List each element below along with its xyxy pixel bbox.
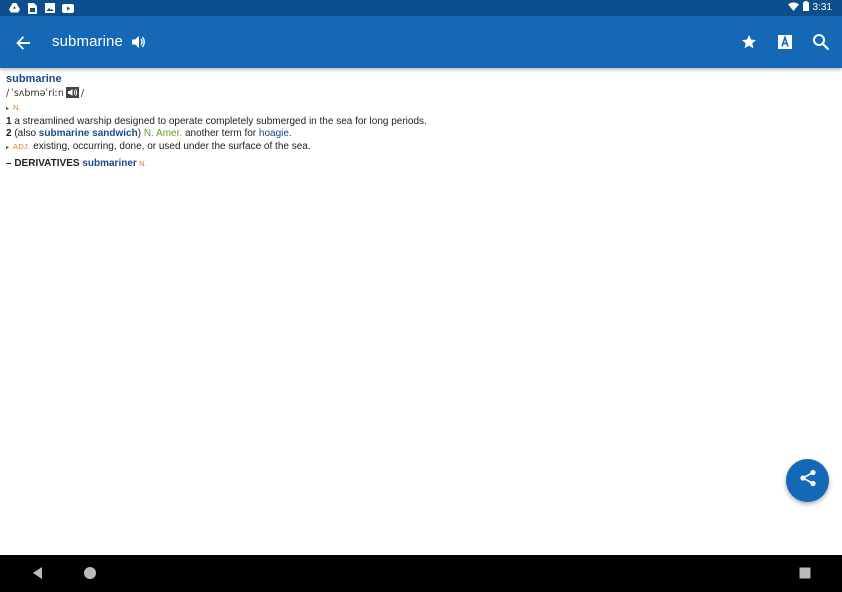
sense-2-end: . [288, 128, 292, 139]
pronunciation: ˈsʌbməˈriːn [11, 88, 64, 99]
search-icon[interactable] [810, 31, 832, 53]
derivatives-line: – DERIVATIVES submariner N. [6, 158, 826, 171]
dictionary-entry: submarine / ˈsʌbməˈriːn / ▸ N. 1 a streaml… [6, 73, 826, 171]
headword-line: submarine [6, 73, 826, 87]
star-icon[interactable] [738, 31, 760, 53]
nav-recents-icon[interactable] [797, 565, 813, 581]
hoagie-link[interactable]: hoagie [259, 128, 289, 139]
nav-home-icon[interactable] [82, 565, 98, 581]
sense-2-pre: (also [11, 128, 39, 139]
status-time: 3:31 [812, 2, 832, 13]
youtube-icon [62, 2, 74, 14]
app-bar: submarine [0, 16, 842, 68]
battery-icon [802, 1, 809, 14]
status-right: 3:31 [787, 1, 832, 14]
headword: submarine [6, 73, 62, 85]
sim-icon [26, 2, 38, 14]
sense-2: 2 (also submarine sandwich) N. Amer. ano… [6, 128, 826, 141]
app-bar-actions [738, 31, 832, 53]
pos-noun: N. [13, 103, 22, 112]
triangle-bullet-icon: ▸ [6, 144, 10, 151]
pos-adj: ADJ. [13, 141, 31, 151]
sense-1-number: 1 [6, 115, 12, 127]
nav-back-icon[interactable] [30, 565, 46, 581]
derivatives-label: – DERIVATIVES [6, 158, 83, 169]
sense-2-xref-link[interactable]: submarine sandwich [39, 128, 138, 139]
drive-icon [8, 2, 20, 14]
sense-1: 1 a streamlined warship designed to oper… [6, 116, 826, 129]
pronunciation-audio-icon[interactable] [65, 86, 79, 103]
pronunciation-close: / [80, 88, 85, 99]
sense-2-text: another term for [182, 128, 259, 139]
image-icon [44, 2, 56, 14]
share-icon [798, 468, 818, 493]
wifi-icon [787, 1, 799, 14]
adj-sense: ▸ ADJ. existing, occurring, done, or used… [6, 141, 826, 155]
derivative-pos: N. [136, 159, 148, 168]
triangle-bullet-icon: ▸ [6, 106, 10, 112]
pronunciation-line: / ˈsʌbməˈriːn / [6, 86, 826, 103]
status-bar: 3:31 [0, 0, 842, 16]
font-size-icon[interactable] [774, 31, 796, 53]
speaker-icon[interactable] [130, 33, 148, 51]
sense-2-region: N. Amer. [143, 128, 183, 139]
pronunciation-open: / [6, 88, 10, 99]
sense-1-text: a streamlined warship designed to operat… [14, 115, 427, 127]
status-left-icons [8, 2, 74, 14]
derivative-link[interactable]: submariner [82, 158, 136, 169]
adj-text: existing, occurring, done, or used under… [30, 140, 311, 152]
back-arrow-icon[interactable] [12, 32, 34, 54]
pos-noun-line: ▸ N. [6, 102, 826, 116]
page-title: submarine [52, 33, 123, 50]
navigation-bar [0, 555, 842, 592]
share-button[interactable] [786, 459, 829, 502]
